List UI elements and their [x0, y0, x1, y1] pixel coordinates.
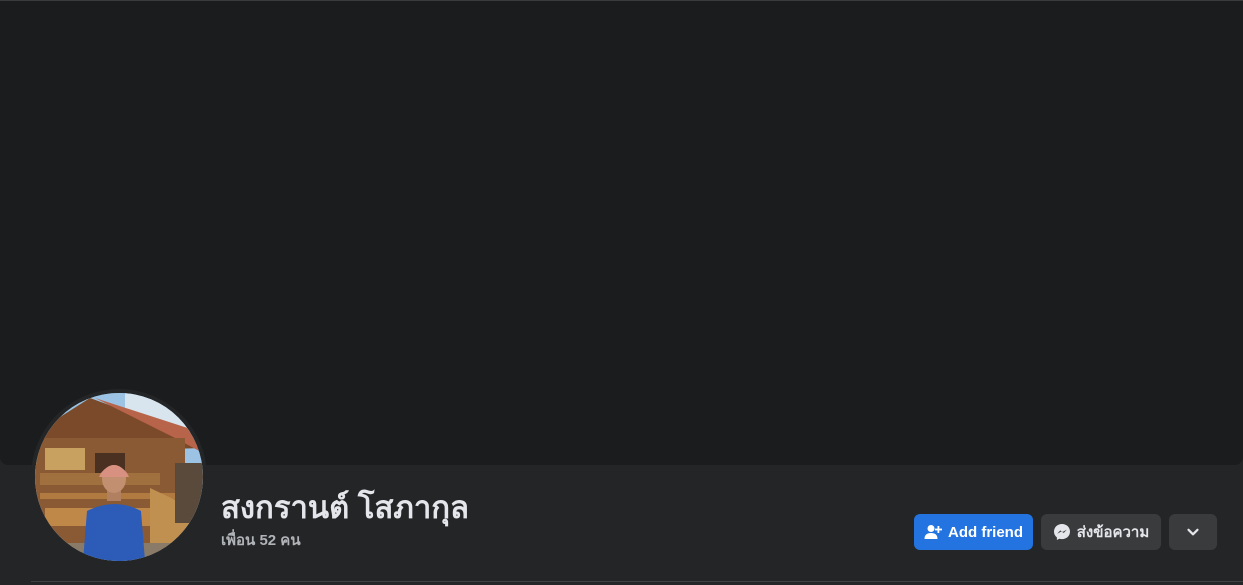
messenger-icon — [1053, 523, 1071, 541]
send-message-button[interactable]: ส่งข้อความ — [1041, 514, 1161, 550]
profile-header: สงกรานต์ โสภากุล เพื่อน 52 คน Add friend… — [0, 0, 1243, 585]
cover-photo[interactable] — [0, 0, 1243, 465]
add-person-icon — [924, 523, 942, 541]
header-divider — [31, 581, 1243, 582]
add-friend-button[interactable]: Add friend — [914, 514, 1033, 550]
profile-avatar[interactable] — [35, 393, 203, 561]
add-friend-label: Add friend — [948, 523, 1023, 541]
more-options-button[interactable] — [1169, 514, 1217, 550]
avatar-photo — [35, 393, 203, 561]
profile-name: สงกรานต์ โสภากุล — [221, 490, 469, 525]
chevron-down-icon — [1184, 523, 1202, 541]
friends-count[interactable]: เพื่อน 52 คน — [221, 531, 301, 551]
send-message-label: ส่งข้อความ — [1076, 524, 1150, 541]
